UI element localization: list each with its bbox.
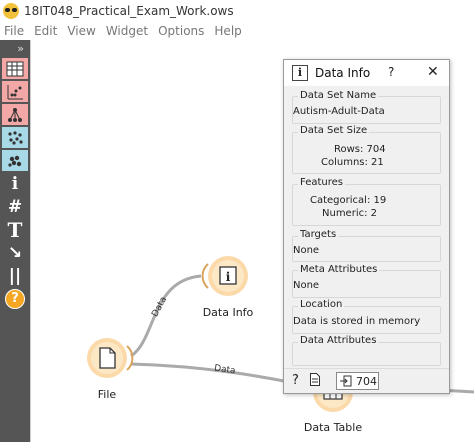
clusters-icon[interactable] bbox=[2, 150, 28, 171]
data-set-size-title: Data Set Size bbox=[298, 125, 370, 136]
output-count-box: 704 bbox=[336, 372, 379, 390]
scatter-plot-icon[interactable] bbox=[2, 81, 28, 102]
data-attributes-title: Data Attributes bbox=[298, 335, 379, 346]
orange-app-icon bbox=[3, 3, 19, 19]
features-title: Features bbox=[298, 177, 345, 188]
menu-widget[interactable]: Widget bbox=[106, 24, 148, 38]
data-info-dialog: i Data Info ? ✕ Data Set Name Autism-Adu… bbox=[283, 59, 450, 394]
pause-icon[interactable]: || bbox=[2, 265, 28, 286]
info-icon: i bbox=[292, 65, 308, 81]
arrow-icon[interactable]: ↘ bbox=[2, 242, 28, 263]
data-info-node-label: Data Info bbox=[202, 306, 254, 319]
data-set-name-title: Data Set Name bbox=[298, 90, 379, 101]
help-icon-circle: ? bbox=[5, 288, 25, 309]
tree-icon[interactable] bbox=[2, 104, 28, 125]
dialog-help-button[interactable]: ? bbox=[388, 65, 394, 79]
columns-count: Columns: 21 bbox=[321, 157, 384, 168]
window-title: 18IT048_Practical_Exam_Work.ows bbox=[24, 4, 234, 18]
help-icon[interactable]: ? bbox=[2, 288, 28, 309]
report-icon[interactable] bbox=[310, 373, 320, 390]
table-icon[interactable] bbox=[2, 58, 28, 79]
data-table-node-label: Data Table bbox=[303, 421, 363, 434]
dialog-title: Data Info bbox=[315, 66, 371, 80]
menu-file[interactable]: File bbox=[4, 24, 24, 38]
dialog-footer: ? 704 bbox=[284, 368, 449, 393]
targets-value: None bbox=[293, 245, 320, 256]
menu-view[interactable]: View bbox=[67, 24, 95, 38]
file-node-label: File bbox=[97, 388, 117, 401]
meta-attributes-value: None bbox=[293, 280, 320, 291]
dialog-titlebar[interactable]: i Data Info ? ✕ bbox=[284, 60, 449, 86]
data-set-name-value: Autism-Adult-Data bbox=[293, 106, 385, 117]
location-value: Data is stored in memory bbox=[293, 316, 421, 327]
close-icon[interactable]: ✕ bbox=[427, 64, 439, 80]
menu-edit[interactable]: Edit bbox=[34, 24, 57, 38]
svg-text:i: i bbox=[226, 270, 231, 284]
meta-attributes-title: Meta Attributes bbox=[298, 264, 380, 275]
distribution-icon[interactable] bbox=[2, 127, 28, 148]
collapse-toolbox-button[interactable]: » bbox=[0, 40, 30, 58]
file-node[interactable] bbox=[87, 338, 134, 378]
data-info-node[interactable]: i bbox=[201, 256, 248, 296]
targets-title: Targets bbox=[298, 229, 339, 240]
location-title: Location bbox=[298, 299, 345, 310]
menu-bar: File Edit View Widget Options Help bbox=[0, 22, 474, 40]
widget-toolbox: » i # T ↘ || ? bbox=[0, 40, 30, 442]
numeric-count: Numeric: 2 bbox=[322, 208, 378, 219]
menu-help[interactable]: Help bbox=[214, 24, 241, 38]
rows-count: Rows: 704 bbox=[334, 144, 386, 155]
info-icon[interactable]: i bbox=[2, 173, 28, 194]
text-icon[interactable]: T bbox=[2, 218, 28, 242]
menu-options[interactable]: Options bbox=[158, 24, 204, 38]
output-count: 704 bbox=[356, 374, 377, 388]
categorical-count: Categorical: 19 bbox=[310, 195, 387, 206]
input-arrow-icon bbox=[340, 375, 352, 387]
link-file-data-info[interactable] bbox=[130, 274, 202, 358]
footer-help-icon[interactable]: ? bbox=[292, 373, 299, 388]
hash-icon[interactable]: # bbox=[2, 196, 28, 217]
window-titlebar: 18IT048_Practical_Exam_Work.ows bbox=[0, 0, 474, 22]
